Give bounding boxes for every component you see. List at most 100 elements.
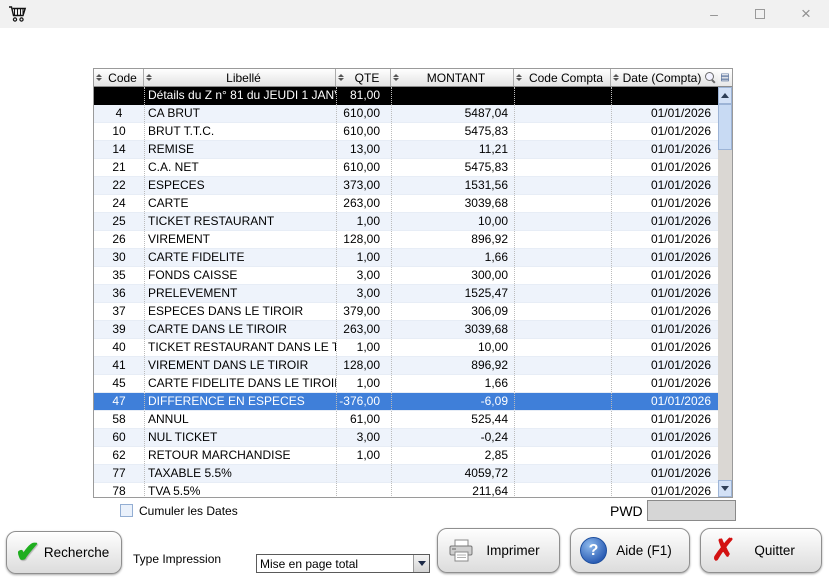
- check-icon: ✔: [15, 538, 40, 568]
- column-header-date-compta[interactable]: Date (Compta): [611, 69, 718, 86]
- cell-date: 01/01/2026: [611, 303, 718, 320]
- detail-summary-row[interactable]: Détails du Z n° 81 du JEUDI 1 JANVIER 81…: [94, 87, 718, 105]
- column-label: QTE: [344, 71, 390, 85]
- cell-code-compta: [514, 87, 611, 105]
- sort-icon: [337, 74, 344, 81]
- cell-date: 01/01/2026: [611, 231, 718, 248]
- table-row[interactable]: 77 TAXABLE 5.5% 4059,72 01/01/2026: [94, 465, 718, 483]
- cell-code: 36: [94, 285, 144, 302]
- type-impression-dropdown[interactable]: Mise en page total: [256, 554, 430, 573]
- cell-montant: 896,92: [391, 231, 514, 248]
- table-row[interactable]: 30 CARTE FIDELITE 1,00 1,66 01/01/2026: [94, 249, 718, 267]
- cell-libelle: RETOUR MARCHANDISE: [144, 447, 336, 464]
- cell-date: 01/01/2026: [611, 429, 718, 446]
- table-row[interactable]: 4 CA BRUT 610,00 5487,04 01/01/2026: [94, 105, 718, 123]
- cell-libelle: VIREMENT DANS LE TIROIR: [144, 357, 336, 374]
- cell-qte: 128,00: [336, 357, 391, 374]
- cell-qte: 373,00: [336, 177, 391, 194]
- scrollbar-thumb[interactable]: [718, 104, 732, 150]
- cell-code-compta: [514, 429, 611, 446]
- cell-libelle: ANNUL: [144, 411, 336, 428]
- cell-code-compta: [514, 195, 611, 212]
- table-row[interactable]: 47 DIFFERENCE EN ESPECES -376,00 -6,09 0…: [94, 393, 718, 411]
- cell-qte: 610,00: [336, 123, 391, 140]
- cell-code: 21: [94, 159, 144, 176]
- cell-libelle: TVA 5.5%: [144, 483, 336, 497]
- table-row[interactable]: 40 TICKET RESTAURANT DANS LE TIROIR 1,00…: [94, 339, 718, 357]
- cell-montant: -0,24: [391, 429, 514, 446]
- cell-libelle: BRUT T.T.C.: [144, 123, 336, 140]
- table-row[interactable]: 37 ESPECES DANS LE TIROIR 379,00 306,09 …: [94, 303, 718, 321]
- table-row[interactable]: 21 C.A. NET 610,00 5475,83 01/01/2026: [94, 159, 718, 177]
- cell-date: 01/01/2026: [611, 267, 718, 284]
- table-row[interactable]: 25 TICKET RESTAURANT 1,00 10,00 01/01/20…: [94, 213, 718, 231]
- cell-libelle: FONDS CAISSE: [144, 267, 336, 284]
- cell-code-compta: [514, 285, 611, 302]
- cell-code: 58: [94, 411, 144, 428]
- cell-code-compta: [514, 213, 611, 230]
- table-row[interactable]: 39 CARTE DANS LE TIROIR 263,00 3039,68 0…: [94, 321, 718, 339]
- recherche-label: Recherche: [40, 545, 121, 560]
- table-row[interactable]: 78 TVA 5.5% 211,64 01/01/2026: [94, 483, 718, 497]
- cell-date: 01/01/2026: [611, 375, 718, 392]
- imprimer-button[interactable]: Imprimer: [437, 528, 560, 573]
- cell-libelle: REMISE: [144, 141, 336, 158]
- cell-qte: [336, 465, 391, 482]
- maximize-icon: [755, 9, 765, 19]
- cell-date: 01/01/2026: [611, 141, 718, 158]
- table-row[interactable]: 58 ANNUL 61,00 525,44 01/01/2026: [94, 411, 718, 429]
- cell-code-compta: [514, 393, 611, 410]
- aide-button[interactable]: ? Aide (F1): [570, 528, 690, 573]
- maximize-button[interactable]: [737, 0, 783, 28]
- vertical-scrollbar[interactable]: [718, 87, 732, 497]
- scroll-up-button[interactable]: [718, 87, 732, 104]
- table-row[interactable]: 35 FONDS CAISSE 3,00 300,00 01/01/2026: [94, 267, 718, 285]
- table-row[interactable]: 41 VIREMENT DANS LE TIROIR 128,00 896,92…: [94, 357, 718, 375]
- column-label: Code Compta: [522, 71, 610, 85]
- search-icon[interactable]: [705, 72, 716, 83]
- column-header-libelle[interactable]: Libellé: [144, 69, 336, 86]
- column-header-montant[interactable]: MONTANT: [391, 69, 514, 86]
- titlebar: – ×: [0, 0, 829, 28]
- cell-montant: 1525,47: [391, 285, 514, 302]
- cell-code: 26: [94, 231, 144, 248]
- help-icon: ?: [580, 537, 607, 564]
- cumuler-dates-checkbox[interactable]: [120, 504, 133, 517]
- column-header-code-compta[interactable]: Code Compta: [514, 69, 611, 86]
- table-row[interactable]: 26 VIREMENT 128,00 896,92 01/01/2026: [94, 231, 718, 249]
- column-label: MONTANT: [399, 71, 513, 85]
- cell-montant: 5487,04: [391, 105, 514, 122]
- table-row[interactable]: 10 BRUT T.T.C. 610,00 5475,83 01/01/2026: [94, 123, 718, 141]
- table-row[interactable]: 36 PRELEVEMENT 3,00 1525,47 01/01/2026: [94, 285, 718, 303]
- cell-qte: 3,00: [336, 267, 391, 284]
- cell-code: 77: [94, 465, 144, 482]
- recherche-button[interactable]: ✔ Recherche: [6, 531, 122, 574]
- cell-date: 01/01/2026: [611, 105, 718, 122]
- cell-montant: 5475,83: [391, 123, 514, 140]
- chevron-down-icon[interactable]: [413, 555, 429, 572]
- cell-montant: 10,00: [391, 339, 514, 356]
- cell-code-compta: [514, 321, 611, 338]
- table-row[interactable]: 60 NUL TICKET 3,00 -0,24 01/01/2026: [94, 429, 718, 447]
- table-row[interactable]: 62 RETOUR MARCHANDISE 1,00 2,85 01/01/20…: [94, 447, 718, 465]
- arrow-down-icon: [721, 486, 729, 491]
- table-row[interactable]: 24 CARTE 263,00 3039,68 01/01/2026: [94, 195, 718, 213]
- minimize-button[interactable]: –: [691, 0, 737, 28]
- cell-montant: 4059,72: [391, 465, 514, 482]
- cell-montant: 3039,68: [391, 321, 514, 338]
- table-row[interactable]: 22 ESPECES 373,00 1531,56 01/01/2026: [94, 177, 718, 195]
- close-button[interactable]: ×: [783, 0, 829, 28]
- column-header-code[interactable]: Code: [94, 69, 144, 86]
- cell-montant: 211,64: [391, 483, 514, 497]
- cell-code-compta: [514, 303, 611, 320]
- aide-label: Aide (F1): [607, 543, 689, 558]
- table-row[interactable]: 45 CARTE FIDELITE DANS LE TIROIR 1,00 1,…: [94, 375, 718, 393]
- table-row[interactable]: 14 REMISE 13,00 11,21 01/01/2026: [94, 141, 718, 159]
- column-header-qte[interactable]: QTE: [336, 69, 391, 86]
- quitter-button[interactable]: ✗ Quitter: [700, 528, 822, 573]
- cell-montant: 525,44: [391, 411, 514, 428]
- scroll-down-button[interactable]: [718, 480, 732, 497]
- column-chooser-icon[interactable]: ▤: [718, 69, 732, 87]
- cumuler-dates-label: Cumuler les Dates: [139, 504, 238, 518]
- pwd-input[interactable]: [647, 500, 736, 521]
